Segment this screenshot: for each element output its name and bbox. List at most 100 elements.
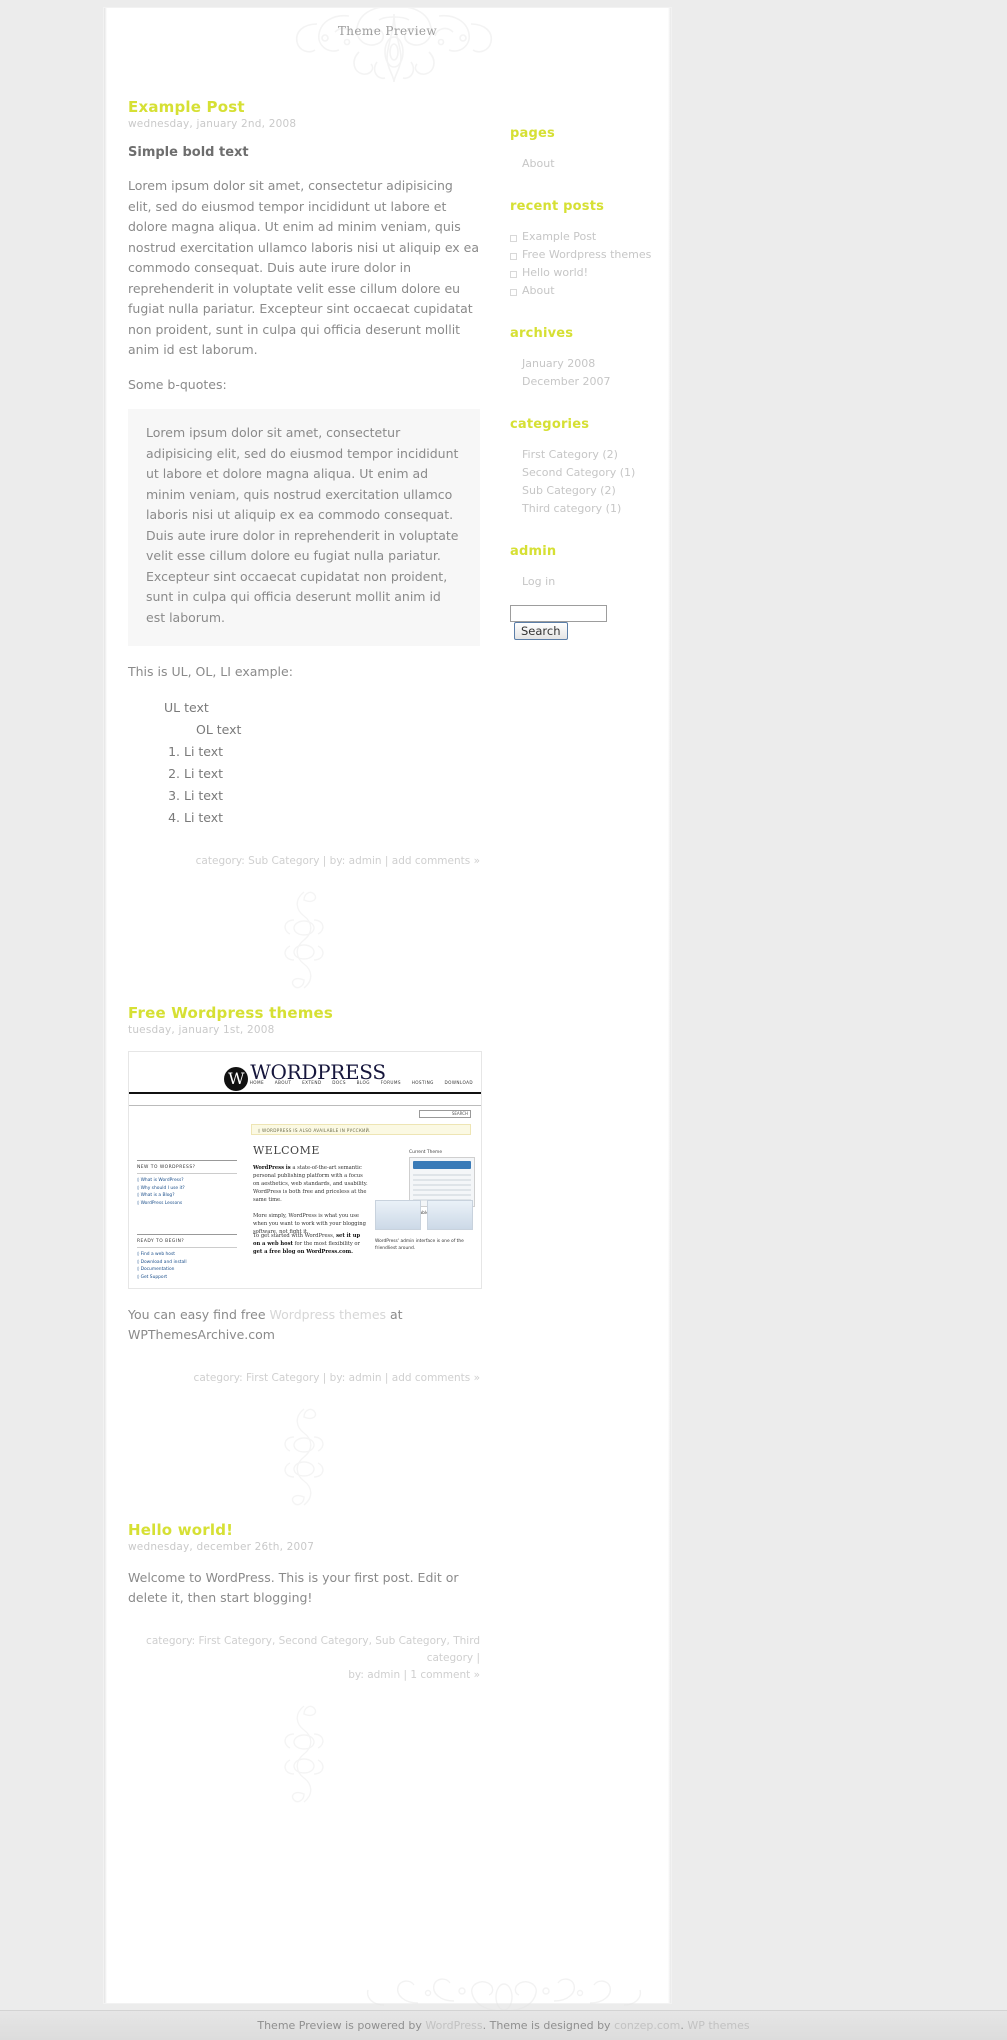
wp-panel-line: [413, 1178, 471, 1181]
list-example: UL text OL text Li text Li text Li text …: [128, 697, 480, 829]
main-content: Example Post wednesday, january 2nd, 200…: [128, 98, 482, 1818]
sidebar-link-log-in[interactable]: Log in: [522, 575, 555, 588]
nested-unordered-list: OL text: [164, 719, 480, 741]
wordpress-logo: W WORDPRESS: [224, 1060, 386, 1091]
list-item[interactable]: About: [510, 282, 660, 300]
post-title[interactable]: Free Wordpress themes: [128, 1004, 480, 1022]
widget-title: recent posts: [510, 199, 605, 214]
post-meta-line-2: by: admin | 1 comment »: [348, 1668, 480, 1681]
blockquote-text: Lorem ipsum dolor sit amet, consectetur …: [146, 425, 459, 625]
post-free-wordpress-themes: Free Wordpress themes tuesday, january 1…: [128, 1004, 482, 1387]
post-divider-ornament: [128, 876, 480, 1004]
list-item[interactable]: January 2008: [510, 355, 660, 373]
wordpress-mark-icon: W: [224, 1066, 249, 1091]
widget-pages: pages About: [510, 126, 660, 173]
post-paragraph: Lorem ipsum dolor sit amet, consectetur …: [128, 178, 480, 357]
footer-link-wordpress[interactable]: WordPress: [425, 2019, 482, 2032]
wp-panel-bar: [413, 1160, 471, 1169]
post-meta[interactable]: category: First Category | by: admin | a…: [128, 1360, 480, 1387]
wp-nav-item: HOME: [249, 1079, 265, 1085]
sidebar-link-sub-category[interactable]: Sub Category (2): [522, 484, 616, 497]
sidebar: pages About recent posts Example Post Fr…: [510, 126, 660, 666]
wp-panel-line: [413, 1188, 471, 1191]
wp-admin-caption: WordPress' admin interface is one of the…: [375, 1238, 464, 1251]
divider-ornament-icon: [284, 1704, 324, 1803]
wp-left-item: ◊ WordPress Lessons: [137, 1200, 183, 1206]
post-body-pre: You can easy find free: [128, 1306, 270, 1322]
list-item[interactable]: December 2007: [510, 373, 660, 391]
widget-title: categories: [510, 417, 590, 432]
site-wrapper: Theme Preview Example Post wednesday, ja…: [104, 8, 671, 2003]
sidebar-link-about[interactable]: About: [522, 157, 555, 170]
wp-panel-line: [413, 1173, 471, 1176]
post-example-post: Example Post wednesday, january 2nd, 200…: [128, 98, 480, 870]
wp-nav-items: HOME ABOUT EXTEND DOCS BLOG FORUMS HOSTI…: [241, 1080, 473, 1085]
wp-bot-bold2: get a free blog on WordPress.com.: [253, 1248, 353, 1255]
sidebar-link-about-post[interactable]: About: [522, 284, 555, 297]
wp-bottom-left-column: READY TO BEGIN? ◊ Find a web host ◊ Down…: [137, 1233, 237, 1282]
wp-nav: HOME ABOUT EXTEND DOCS BLOG FORUMS HOSTI…: [129, 1080, 481, 1106]
list-item[interactable]: Second Category (1): [510, 464, 660, 482]
wp-bot-pre: To get started with WordPress,: [253, 1232, 337, 1239]
post-meta[interactable]: category: Sub Category | by: admin | add…: [128, 843, 480, 870]
wp-nav-item: ABOUT: [274, 1079, 292, 1085]
widget-categories: categories First Category (2) Second Cat…: [510, 417, 660, 518]
search-button[interactable]: Search: [514, 622, 568, 640]
wp-logo-row: W WORDPRESS: [129, 1060, 481, 1091]
widget-recent-posts: recent posts Example Post Free Wordpress…: [510, 199, 660, 300]
post-title[interactable]: Example Post: [128, 98, 480, 116]
wp-bot-item: ◊ Documentation: [137, 1267, 175, 1272]
ordered-list: Li text Li text Li text Li text: [128, 741, 480, 829]
post-title[interactable]: Hello world!: [128, 1521, 480, 1539]
list-item[interactable]: Log in: [510, 573, 660, 591]
site-title: Theme Preview: [337, 24, 438, 38]
wp-nav-item: HOSTING: [411, 1079, 434, 1085]
wp-left-item: ◊ What is a Blog?: [137, 1193, 175, 1198]
sidebar-link-first-category[interactable]: First Category (2): [522, 448, 618, 461]
list-item[interactable]: Hello world!: [510, 264, 660, 282]
wp-left-item: ◊ What is WordPress?: [137, 1178, 184, 1183]
sidebar-link-hello-world[interactable]: Hello world!: [522, 266, 588, 279]
wordpress-themes-link[interactable]: Wordpress themes: [270, 1307, 387, 1322]
search-input[interactable]: [510, 605, 607, 622]
sidebar-link-second-category[interactable]: Second Category (1): [522, 466, 635, 479]
wp-welcome-heading: WELCOME: [253, 1143, 320, 1157]
list-item[interactable]: First Category (2): [510, 446, 660, 464]
widget-list: Log in: [510, 573, 660, 591]
wp-theme-thumbnails: [375, 1199, 475, 1234]
search-form: Search: [510, 605, 660, 640]
site-header: Theme Preview: [104, 8, 671, 98]
post-paragraph: Welcome to WordPress. This is your first…: [128, 1569, 459, 1606]
wp-language-notice: ◊ WORDPRESS IS ALSO AVAILABLE IN РУССКИЙ…: [251, 1123, 471, 1135]
list-item[interactable]: Sub Category (2): [510, 482, 660, 500]
list-item[interactable]: Free Wordpress themes: [510, 246, 660, 264]
sidebar-link-free-wordpress-themes[interactable]: Free Wordpress themes: [522, 248, 651, 261]
ul-item: UL text: [164, 699, 209, 715]
sidebar-link-january-2008[interactable]: January 2008: [522, 357, 595, 370]
footer-link-wp-themes[interactable]: WP themes: [687, 2019, 749, 2032]
list-item[interactable]: Third category (1): [510, 500, 660, 518]
list-item[interactable]: Example Post: [510, 228, 660, 246]
wordpress-homepage-screenshot: W WORDPRESS HOME ABOUT EXTEND DOCS BLOG F…: [128, 1050, 482, 1289]
blockquote-intro: Some b-quotes:: [128, 376, 227, 392]
wp-left-column: NEW TO WORDPRESS? ◊ What is WordPress? ◊…: [137, 1159, 237, 1208]
footer-text-1: Theme Preview is powered by: [257, 2019, 426, 2032]
post-divider-ornament: [128, 1690, 480, 1818]
wp-theme-thumb: [375, 1199, 421, 1230]
post-meta[interactable]: category: First Category, Second Categor…: [128, 1623, 480, 1684]
wp-bot-item: ◊ Find a web host: [137, 1252, 175, 1257]
wp-theme-thumb: [427, 1199, 473, 1230]
site-footer: Theme Preview is powered by WordPress. T…: [0, 2010, 1007, 2040]
footer-link-conzep[interactable]: conzep.com: [614, 2019, 680, 2032]
ol-item: Li text: [184, 785, 480, 807]
wp-panel-title: Current Theme: [409, 1149, 443, 1155]
list-item[interactable]: About: [510, 155, 660, 173]
wp-bottom-text: To get started with WordPress, set it up…: [253, 1232, 365, 1257]
sidebar-link-december-2007[interactable]: December 2007: [522, 375, 611, 388]
sidebar-link-third-category[interactable]: Third category (1): [522, 502, 621, 515]
wp-nav-item: DOWNLOAD: [444, 1079, 473, 1085]
sidebar-link-example-post[interactable]: Example Post: [522, 230, 596, 243]
unordered-list: UL text OL text: [128, 697, 480, 741]
post-date: tuesday, january 1st, 2008: [128, 1023, 275, 1036]
wp-left-item: ◊ Why should I use it?: [137, 1185, 185, 1191]
